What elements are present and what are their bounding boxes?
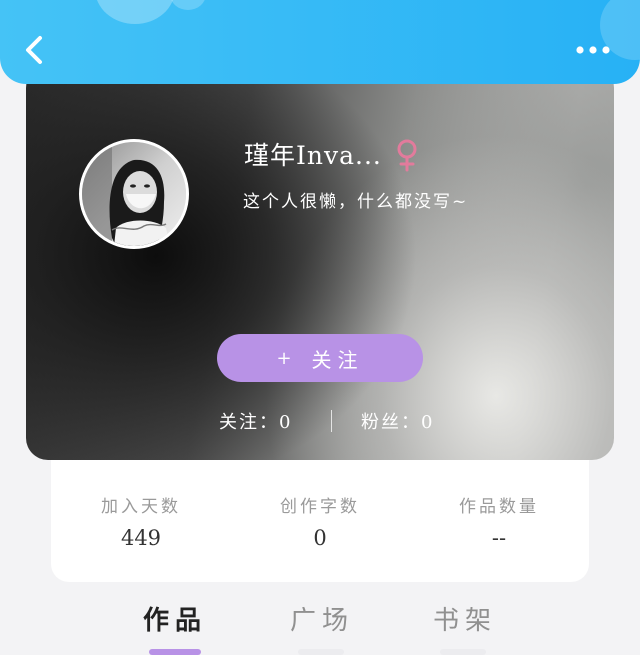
top-header-bar [0, 0, 640, 84]
follow-stats: 关注：0 粉丝：0 [26, 406, 614, 436]
tab-works[interactable]: 作品 [125, 600, 225, 637]
works-count-value: -- [491, 526, 507, 550]
chevron-left-icon [26, 36, 42, 64]
fans-count[interactable]: 粉丝：0 [361, 408, 434, 434]
more-options-button[interactable] [572, 38, 616, 62]
profile-nickname: 瑾年Inva... [244, 141, 382, 170]
tab-underline-placeholder [440, 649, 486, 655]
active-tab-indicator [149, 649, 201, 655]
profile-card: 瑾年Inva... 这个人很懒，什么都没写~ + 关注 关注：0 粉丝：0 [26, 66, 614, 460]
tab-bookshelf[interactable]: 书架 [415, 600, 515, 637]
works-count-stat: 作品数量 -- [419, 492, 579, 550]
female-symbol-icon [397, 139, 417, 172]
back-button[interactable] [18, 30, 52, 70]
tab-underline-placeholder [298, 649, 344, 655]
joined-days-stat: 加入天数 449 [61, 492, 221, 550]
stats-divider [331, 410, 332, 432]
profile-numbers-card: 加入天数 449 创作字数 0 作品数量 -- [51, 440, 589, 582]
avatar[interactable] [79, 139, 189, 249]
plus-icon: + [276, 347, 292, 369]
works-count-label: 作品数量 [459, 497, 539, 517]
decorative-bubble [170, 0, 206, 10]
word-count-label: 创作字数 [280, 497, 360, 517]
follow-button[interactable]: + 关注 [217, 334, 423, 382]
word-count-stat: 创作字数 0 [240, 492, 400, 550]
profile-tabs: 作品 广场 书架 [0, 596, 640, 655]
profile-bio: 这个人很懒，什么都没写~ [243, 192, 469, 212]
tab-square[interactable]: 广场 [272, 600, 372, 637]
joined-days-value: 449 [120, 526, 162, 550]
decorative-bubble [95, 0, 175, 24]
following-count[interactable]: 关注：0 [219, 408, 292, 434]
joined-days-label: 加入天数 [101, 497, 181, 517]
word-count-value: 0 [313, 526, 327, 550]
more-dots-icon [576, 46, 610, 54]
avatar-photo [82, 142, 186, 246]
follow-button-label: 关注 [311, 347, 364, 372]
